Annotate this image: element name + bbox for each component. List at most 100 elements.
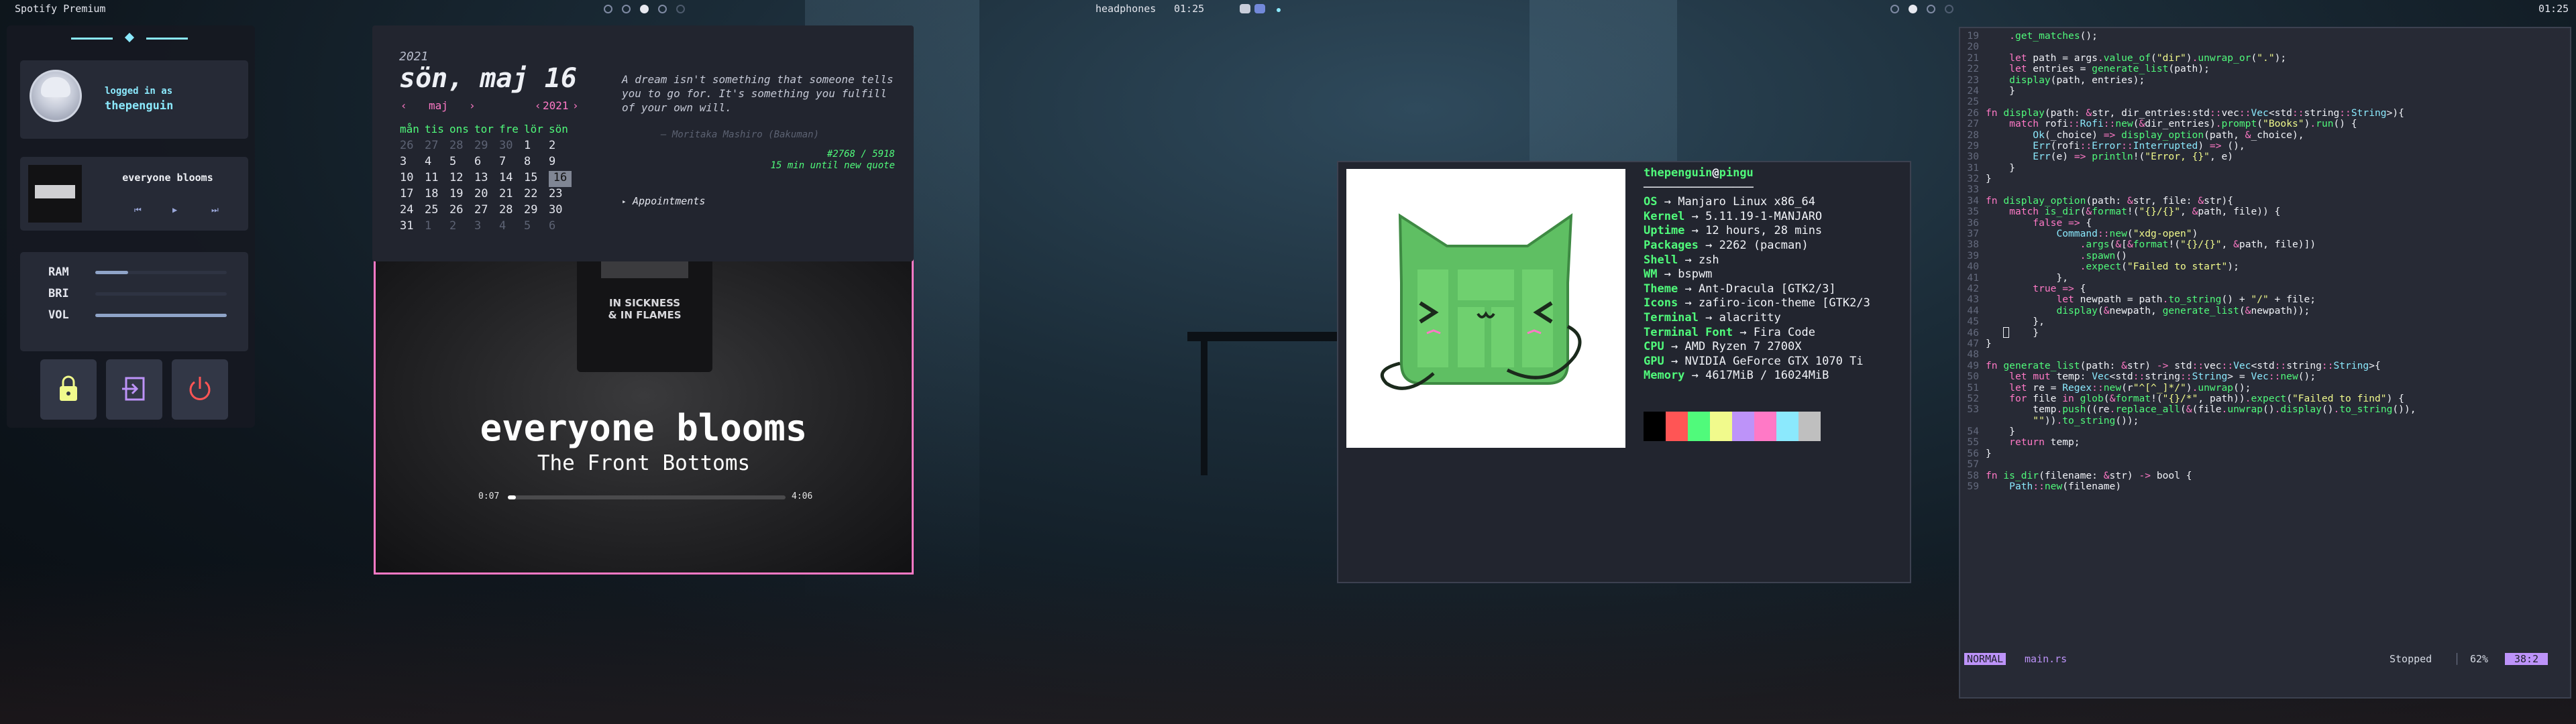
- calendar-day[interactable]: 8: [524, 155, 549, 171]
- brightness-bar[interactable]: [95, 292, 227, 296]
- calendar-day[interactable]: 25: [425, 203, 449, 219]
- power-button[interactable]: [172, 359, 228, 420]
- code-line[interactable]: 44 display(&newpath, generate_list(&newp…: [1960, 305, 2570, 316]
- code-line[interactable]: 20: [1960, 41, 2570, 52]
- code-line[interactable]: 35 match is_dir(&format!("{}/{}", &path,…: [1960, 206, 2570, 217]
- calendar-day[interactable]: 31: [400, 219, 425, 235]
- calendar-day[interactable]: 19: [449, 187, 474, 203]
- code-line[interactable]: 28 Ok(_choice) => display_option(path, &…: [1960, 129, 2570, 141]
- calendar-day[interactable]: 28: [449, 139, 474, 155]
- calendar-day[interactable]: 2: [549, 139, 574, 155]
- calendar-day[interactable]: 29: [474, 139, 499, 155]
- calendar-day[interactable]: 22: [524, 187, 549, 203]
- workspace-indicator-2[interactable]: [1909, 5, 1917, 13]
- calendar-day[interactable]: 4: [499, 219, 524, 235]
- code-line[interactable]: 57: [1960, 459, 2570, 470]
- workspace-indicator-4[interactable]: [658, 5, 667, 13]
- code-line[interactable]: 59 Path::new(filename): [1960, 481, 2570, 492]
- code-line[interactable]: 46 }: [1960, 327, 2570, 339]
- calendar-day[interactable]: 26: [449, 203, 474, 219]
- calendar-day[interactable]: 3: [474, 219, 499, 235]
- workspace-indicator-4[interactable]: [1945, 5, 1953, 13]
- code-editor[interactable]: 19 .get_matches(); 20 21 let path = args.v…: [1959, 27, 2571, 699]
- calendar-day[interactable]: 27: [474, 203, 499, 219]
- calendar-day[interactable]: 17: [400, 187, 425, 203]
- code-line[interactable]: 42 true => {: [1960, 283, 2570, 294]
- calendar-day-today[interactable]: 16: [549, 171, 572, 187]
- calendar-day[interactable]: 18: [425, 187, 449, 203]
- workspace-indicator-1[interactable]: [604, 5, 612, 13]
- code-line[interactable]: 56}: [1960, 448, 2570, 459]
- next-track-icon[interactable]: ⏭: [211, 205, 219, 215]
- code-line[interactable]: 22 let entries = generate_list(path);: [1960, 63, 2570, 74]
- code-line[interactable]: 31 }: [1960, 162, 2570, 174]
- calendar-day[interactable]: 5: [524, 219, 549, 235]
- calendar-day[interactable]: 26: [400, 139, 425, 155]
- play-icon[interactable]: ▶: [172, 205, 177, 215]
- calendar-day[interactable]: 1: [524, 139, 549, 155]
- code-line[interactable]: 33: [1960, 184, 2570, 196]
- code-line[interactable]: 53 temp.push((re.replace_all(&(file.unwr…: [1960, 404, 2570, 415]
- calendar-day[interactable]: 9: [549, 155, 574, 171]
- calendar-day[interactable]: 29: [524, 203, 549, 219]
- calendar-day[interactable]: 30: [499, 139, 524, 155]
- workspace-indicator-5[interactable]: [676, 5, 685, 13]
- lock-button[interactable]: [40, 359, 97, 420]
- calendar-day[interactable]: 4: [425, 155, 449, 171]
- month-next-button[interactable]: ›: [469, 99, 476, 112]
- code-line[interactable]: 48: [1960, 349, 2570, 360]
- calendar-day[interactable]: 15: [524, 171, 549, 187]
- code-line[interactable]: 49 fn generate_list(path: &str) -> std::v…: [1960, 360, 2570, 371]
- workspace-indicator-3[interactable]: [640, 5, 649, 13]
- track-progress-bar[interactable]: [508, 495, 786, 499]
- chat-icon[interactable]: [1254, 4, 1265, 13]
- chevron-right-icon[interactable]: ▸: [622, 197, 627, 206]
- appointments-toggle[interactable]: Appointments: [633, 195, 705, 207]
- code-line[interactable]: 39 .spawn(): [1960, 250, 2570, 261]
- calendar-day[interactable]: 10: [400, 171, 425, 187]
- calendar-day[interactable]: 1: [425, 219, 449, 235]
- code-line[interactable]: 55 return temp;: [1960, 437, 2570, 448]
- code-line[interactable]: 58 fn is_dir(filename: &str) -> bool {: [1960, 470, 2570, 481]
- code-line[interactable]: 45 },: [1960, 316, 2570, 327]
- calendar-day[interactable]: 6: [549, 219, 574, 235]
- code-line[interactable]: 34 fn display_option(path: &str, file: &s…: [1960, 195, 2570, 206]
- code-line[interactable]: 30 Err(e) => println!("Error, {}", e): [1960, 151, 2570, 162]
- code-line[interactable]: 24 }: [1960, 85, 2570, 97]
- discord-icon[interactable]: [1240, 4, 1250, 13]
- code-line[interactable]: 54 }: [1960, 426, 2570, 437]
- calendar-day[interactable]: 5: [449, 155, 474, 171]
- code-line[interactable]: "")).to_string());: [1960, 415, 2570, 426]
- code-line[interactable]: 25: [1960, 96, 2570, 107]
- calendar-day[interactable]: 24: [400, 203, 425, 219]
- code-line[interactable]: 51 let re = Regex::new(r"^[^_]*/").unwra…: [1960, 382, 2570, 394]
- calendar-day[interactable]: 27: [425, 139, 449, 155]
- code-line[interactable]: 47}: [1960, 338, 2570, 349]
- code-line[interactable]: 52 for file in glob(&format!("{}/*", pat…: [1960, 393, 2570, 404]
- logout-button[interactable]: [106, 359, 162, 420]
- calendar-day[interactable]: 2: [449, 219, 474, 235]
- code-line[interactable]: 40 .expect("Failed to start");: [1960, 261, 2570, 272]
- code-lines[interactable]: 19 .get_matches(); 20 21 let path = args.v…: [1960, 30, 2570, 492]
- volume-bar[interactable]: [95, 314, 227, 317]
- calendar-day[interactable]: 12: [449, 171, 474, 187]
- calendar-day[interactable]: 14: [499, 171, 524, 187]
- workspace-indicator-1[interactable]: [1890, 5, 1899, 13]
- code-line[interactable]: 36 false => {: [1960, 217, 2570, 229]
- code-line[interactable]: 41 },: [1960, 272, 2570, 284]
- code-line[interactable]: 29 Err(rofi::Error::Interrupted) => (),: [1960, 140, 2570, 152]
- code-line[interactable]: 50 let mut temp: Vec<std::string::String…: [1960, 371, 2570, 382]
- calendar-day[interactable]: 21: [499, 187, 524, 203]
- workspace-indicator-3[interactable]: [1927, 5, 1935, 13]
- month-prev-button[interactable]: ‹: [400, 99, 407, 112]
- calendar-day[interactable]: 6: [474, 155, 499, 171]
- calendar-day[interactable]: 23: [549, 187, 574, 203]
- code-line[interactable]: 37 Command::new("xdg-open"): [1960, 228, 2570, 239]
- code-line[interactable]: 26 fn display(path: &str, dir_entries:std…: [1960, 107, 2570, 119]
- calendar-day[interactable]: 28: [499, 203, 524, 219]
- code-line[interactable]: 27 match rofi::Rofi::new(&dir_entries).p…: [1960, 118, 2570, 129]
- code-line[interactable]: 23 display(path, entries);: [1960, 74, 2570, 86]
- calendar-day[interactable]: 3: [400, 155, 425, 171]
- code-line[interactable]: 38 .args(&[&format!("{}/{}", &path, file…: [1960, 239, 2570, 251]
- calendar-day[interactable]: 13: [474, 171, 499, 187]
